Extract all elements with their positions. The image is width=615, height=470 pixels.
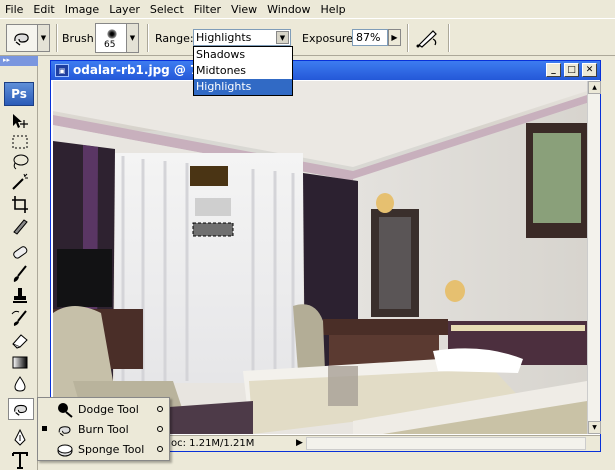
selected-bullet-icon <box>42 426 47 431</box>
divider <box>407 24 409 52</box>
flyout-item-dodge[interactable]: Dodge Tool <box>38 400 169 420</box>
close-button[interactable]: ✕ <box>582 63 597 77</box>
brush-tool-icon[interactable] <box>9 264 31 284</box>
divider <box>448 24 450 52</box>
maximize-button[interactable]: □ <box>564 63 579 77</box>
vertical-scrollbar[interactable]: ▲ ▼ <box>587 81 601 434</box>
chevron-down-icon: ▼ <box>126 24 138 52</box>
status-menu-arrow-icon[interactable]: ▶ <box>296 438 303 448</box>
exposure-input[interactable]: 87% <box>352 29 388 46</box>
document-size-status: oc: 1.21M/1.21M <box>171 438 255 449</box>
document-icon: ▣ <box>55 64 69 77</box>
divider <box>56 24 58 52</box>
hotel-room-photo <box>53 81 587 434</box>
shortcut-o-icon <box>157 426 163 432</box>
range-label: Range: <box>155 32 194 45</box>
range-value: Highlights <box>196 31 252 44</box>
burn-icon <box>58 426 71 437</box>
image-canvas[interactable] <box>53 81 587 434</box>
menu-edit[interactable]: Edit <box>28 3 59 16</box>
brush-label: Brush: <box>62 32 98 45</box>
minimize-button[interactable]: _ <box>546 63 561 77</box>
flyout-item-burn[interactable]: Burn Tool <box>38 420 169 440</box>
range-option-shadows[interactable]: Shadows <box>194 47 292 63</box>
eraser-tool-icon[interactable] <box>9 330 31 350</box>
range-dropdown-list: Shadows Midtones Highlights <box>193 46 293 96</box>
document-window: ▣ odalar-rb1.jpg @ 77.9 _ □ ✕ ▲ ▼ oc: 1.… <box>50 60 601 452</box>
exposure-slider-button[interactable]: ▶ <box>388 29 401 46</box>
menu-bar: File Edit Image Layer Select Filter View… <box>0 0 615 18</box>
shortcut-o-icon <box>157 446 163 452</box>
blur-tool-icon[interactable] <box>9 374 31 394</box>
chevron-down-icon: ▼ <box>37 25 49 51</box>
toolbox-grip[interactable]: ▸▸ <box>0 56 38 66</box>
sponge-icon <box>57 444 73 457</box>
brush-picker[interactable]: 65 ▼ <box>95 23 139 53</box>
flyout-item-label: Burn Tool <box>78 423 129 436</box>
shortcut-o-icon <box>157 406 163 412</box>
menu-window[interactable]: Window <box>262 3 315 16</box>
toning-tool-flyout: Dodge Tool Burn Tool Sponge Tool <box>37 397 170 461</box>
menu-image[interactable]: Image <box>60 3 104 16</box>
menu-file[interactable]: File <box>0 3 28 16</box>
menu-layer[interactable]: Layer <box>104 3 145 16</box>
exposure-label: Exposure: <box>302 32 357 45</box>
document-title-bar[interactable]: ▣ odalar-rb1.jpg @ 77.9 _ □ ✕ <box>51 61 600 80</box>
brush-tip-icon <box>107 29 117 39</box>
lasso-tool-icon[interactable] <box>9 152 31 172</box>
pen-tool-icon[interactable] <box>9 428 31 448</box>
burn-icon <box>14 404 27 416</box>
toolbox: ▸▸ Ps <box>0 56 38 470</box>
airbrush-icon[interactable] <box>413 27 441 49</box>
flyout-item-sponge[interactable]: Sponge Tool <box>38 440 169 460</box>
marquee-tool-icon[interactable] <box>9 132 31 152</box>
chevron-down-icon[interactable]: ▼ <box>276 31 289 44</box>
history-brush-tool-icon[interactable] <box>9 308 31 328</box>
options-bar: ▼ Brush: 65 ▼ Range: Highlights ▼ Exposu… <box>0 18 615 56</box>
flyout-item-label: Dodge Tool <box>78 403 139 416</box>
menu-filter[interactable]: Filter <box>189 3 226 16</box>
flyout-item-label: Sponge Tool <box>78 443 145 456</box>
slice-tool-icon[interactable] <box>9 216 31 236</box>
move-tool-icon[interactable] <box>9 112 31 132</box>
menu-view[interactable]: View <box>226 3 262 16</box>
healing-brush-tool-icon[interactable] <box>9 242 31 262</box>
scroll-down-arrow-icon[interactable]: ▼ <box>588 421 601 434</box>
scroll-up-arrow-icon[interactable]: ▲ <box>588 81 601 94</box>
crop-tool-icon[interactable] <box>9 194 31 214</box>
menu-help[interactable]: Help <box>316 3 351 16</box>
brush-size: 65 <box>104 40 116 50</box>
horizontal-scrollbar[interactable] <box>306 437 586 450</box>
clone-stamp-tool-icon[interactable] <box>9 286 31 306</box>
burn-icon <box>14 33 29 46</box>
burn-tool-button[interactable] <box>8 398 34 420</box>
photoshop-logo[interactable]: Ps <box>4 82 34 106</box>
magic-wand-tool-icon[interactable] <box>9 172 31 192</box>
range-option-midtones[interactable]: Midtones <box>194 63 292 79</box>
range-select[interactable]: Highlights ▼ <box>193 29 291 46</box>
tool-preset-picker[interactable]: ▼ <box>6 24 50 52</box>
divider <box>147 24 149 52</box>
range-option-highlights[interactable]: Highlights <box>194 79 292 95</box>
menu-select[interactable]: Select <box>145 3 189 16</box>
dodge-icon <box>58 403 73 418</box>
type-tool-icon[interactable] <box>9 450 31 470</box>
document-title: odalar-rb1.jpg @ 77.9 <box>73 63 213 77</box>
gradient-tool-icon[interactable] <box>9 352 31 372</box>
